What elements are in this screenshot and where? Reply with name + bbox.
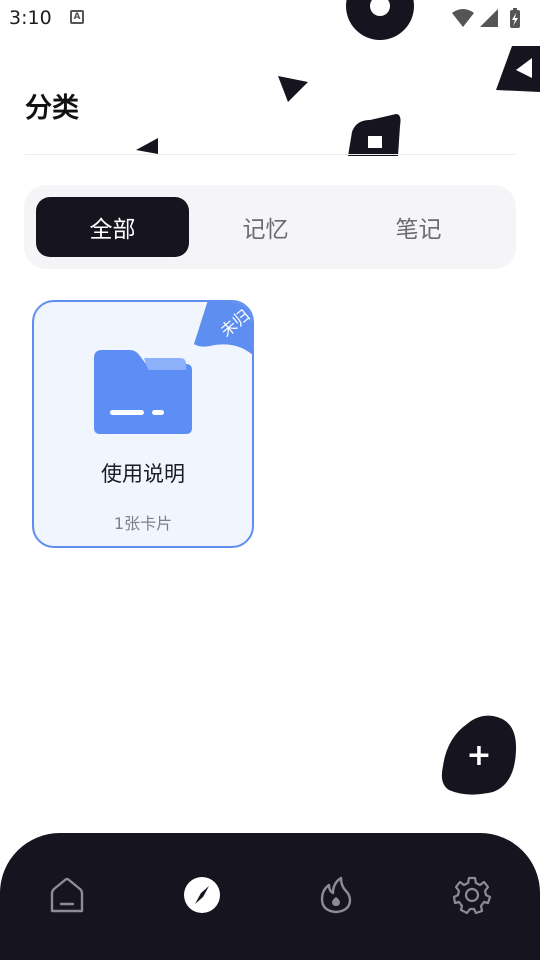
decor-small-triangle-shape bbox=[136, 138, 158, 154]
notification-icon: A bbox=[70, 10, 84, 24]
wifi-icon bbox=[452, 9, 474, 27]
compass-icon bbox=[184, 877, 220, 913]
category-tabs: 全部 记忆 笔记 bbox=[24, 185, 516, 269]
decor-disc-shape bbox=[346, 0, 414, 40]
battery-icon bbox=[510, 8, 520, 28]
flame-icon bbox=[320, 876, 352, 914]
category-name: 使用说明 bbox=[101, 462, 185, 486]
nav-hot[interactable] bbox=[314, 873, 358, 917]
signal-icon bbox=[480, 9, 498, 27]
home-icon bbox=[50, 877, 84, 913]
tab-notes[interactable]: 笔记 bbox=[342, 197, 495, 257]
decor-note-shape bbox=[348, 114, 401, 156]
gear-icon bbox=[452, 876, 492, 915]
tab-memory[interactable]: 记忆 bbox=[189, 197, 342, 257]
folder-icon bbox=[94, 348, 192, 438]
status-bar: 3:10 A bbox=[0, 0, 540, 40]
plus-icon: + bbox=[466, 737, 492, 773]
status-icons bbox=[450, 7, 530, 35]
decor-triangle-shape bbox=[278, 76, 308, 102]
nav-discover[interactable] bbox=[180, 873, 224, 917]
status-time: 3:10 bbox=[9, 7, 52, 29]
card-count: 1张卡片 bbox=[113, 514, 173, 533]
nav-home[interactable] bbox=[45, 873, 89, 917]
tab-all[interactable]: 全部 bbox=[36, 197, 189, 257]
page-title: 分类 bbox=[25, 93, 79, 124]
category-card[interactable]: 未归 使用说明 1张卡片 bbox=[32, 300, 254, 548]
nav-settings[interactable] bbox=[450, 873, 494, 917]
add-category-button[interactable]: + bbox=[441, 714, 517, 796]
decor-quad-shape bbox=[496, 46, 540, 92]
header-divider bbox=[25, 154, 515, 155]
unfiled-badge: 未归 bbox=[192, 302, 252, 356]
bottom-nav bbox=[0, 833, 540, 960]
